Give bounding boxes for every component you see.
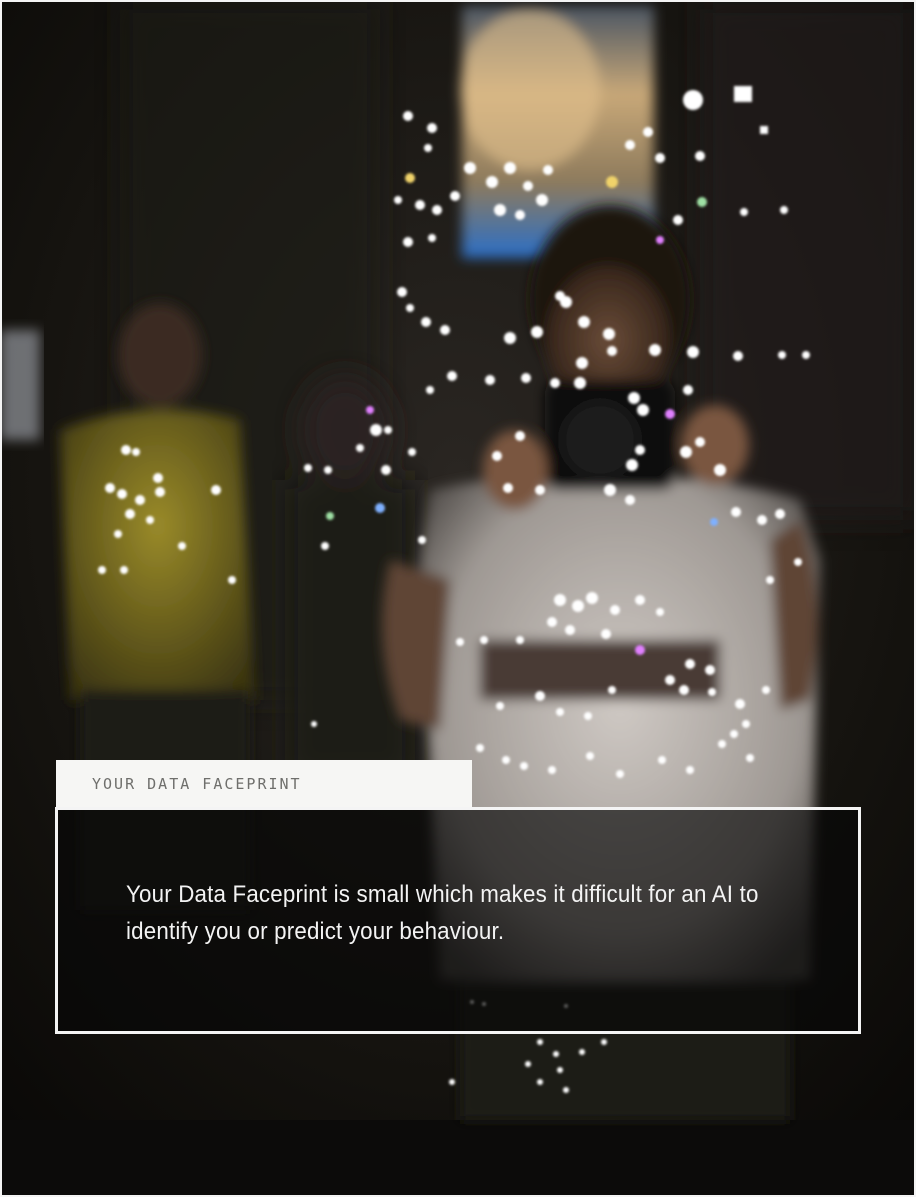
faceprint-heading-tab: YOUR DATA FACEPRINT [56,760,472,808]
faceprint-message: Your Data Faceprint is small which makes… [126,881,759,945]
faceprint-heading: YOUR DATA FACEPRINT [92,775,302,793]
faceprint-message-panel: Your Data Faceprint is small which makes… [55,807,861,1034]
